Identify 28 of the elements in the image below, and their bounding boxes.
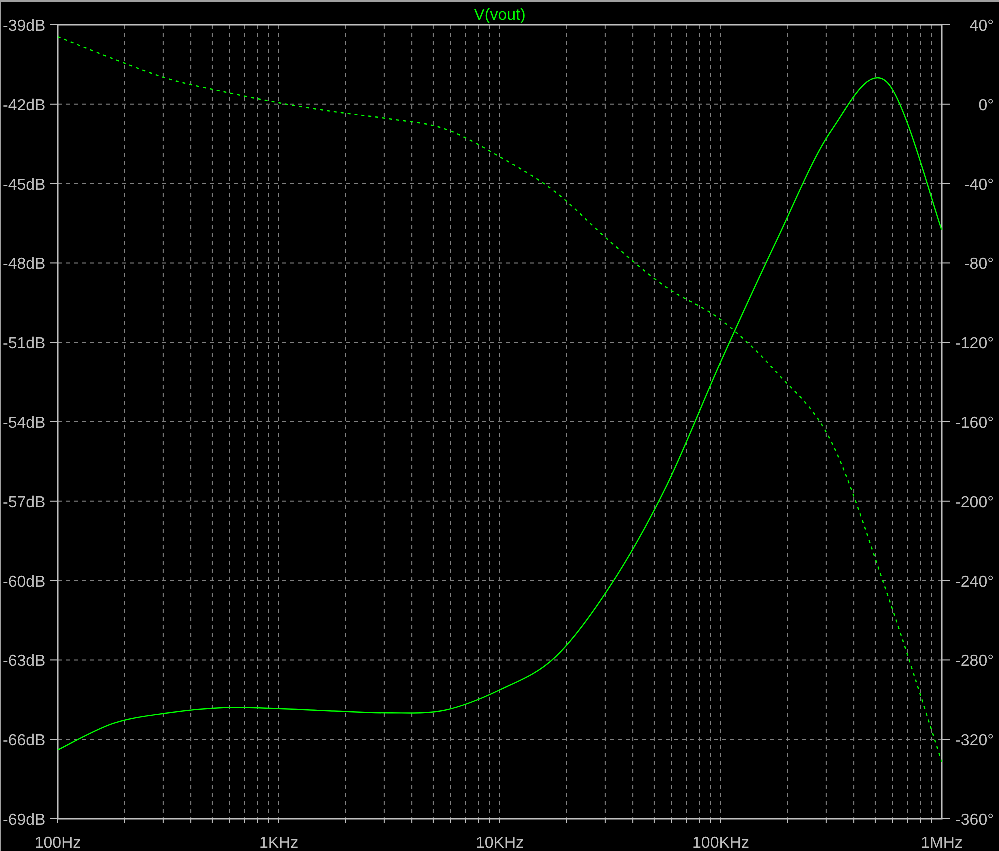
y-tick-label: -160° bbox=[956, 415, 994, 432]
y-tick-label: -40° bbox=[964, 176, 994, 194]
x-tick-label: 100Hz bbox=[34, 835, 82, 851]
y-tick-label: -120° bbox=[956, 336, 994, 353]
y-tick-label: -69dB bbox=[3, 812, 46, 829]
y-tick-label: -200° bbox=[956, 494, 994, 512]
y-tick-label: -51dB bbox=[3, 336, 46, 353]
y-tick-label: -280° bbox=[956, 653, 994, 670]
plot-title: V(vout) bbox=[474, 7, 526, 24]
y-tick-label: -63dB bbox=[3, 653, 46, 670]
x-tick-label: 10KHz bbox=[476, 835, 524, 851]
y-tick-label: -45dB bbox=[3, 176, 46, 194]
y-tick-label: -80° bbox=[964, 256, 994, 274]
y-tick-label: 40° bbox=[970, 18, 994, 35]
y-tick-label: -60dB bbox=[3, 574, 46, 591]
y-tick-label: -66dB bbox=[3, 732, 46, 750]
y-tick-label: -360° bbox=[956, 812, 994, 829]
y-tick-label: -54dB bbox=[3, 415, 46, 432]
x-tick-label: 1KHz bbox=[259, 835, 299, 851]
y-tick-label: -39dB bbox=[3, 18, 46, 35]
y-tick-label: -320° bbox=[956, 732, 994, 750]
y-tick-label: -48dB bbox=[3, 256, 46, 274]
y-tick-label: -42dB bbox=[3, 97, 46, 114]
y-tick-label: 0° bbox=[978, 97, 994, 114]
y-tick-label: -240° bbox=[956, 574, 994, 591]
x-tick-label: 1MHz bbox=[921, 835, 963, 851]
y-tick-label: -57dB bbox=[3, 494, 46, 512]
x-tick-label: 100KHz bbox=[692, 835, 750, 851]
